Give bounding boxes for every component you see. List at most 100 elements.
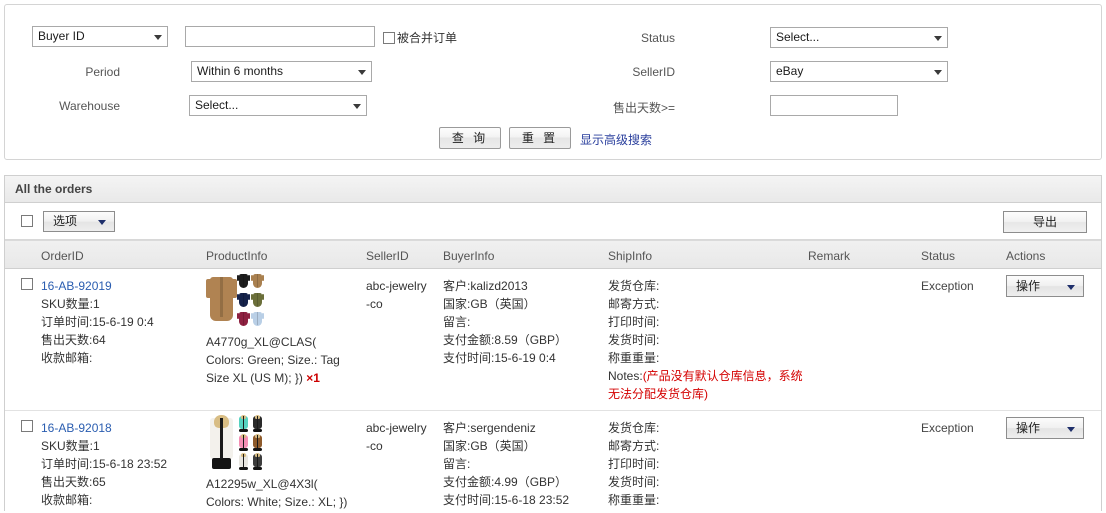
product-quantity: ×1: [306, 371, 320, 385]
column-header-status: Status: [921, 249, 956, 263]
chevron-down-icon: [1067, 427, 1075, 432]
buyer-name: 客户:kalizd2013: [443, 279, 528, 293]
row-action-label: 操作: [1016, 279, 1041, 293]
sku-count: SKU数量:1: [41, 297, 100, 311]
advanced-search-link[interactable]: 显示高级搜索: [580, 131, 652, 148]
product-thumbnail-variants: [237, 415, 264, 471]
buyer-name: 客户:sergendeniz: [443, 421, 536, 435]
payment-email: 收款邮箱:: [41, 351, 93, 365]
warehouse-label: Warehouse: [59, 99, 120, 113]
seller-id-selector-value: eBay: [770, 61, 948, 82]
order-id-link[interactable]: 16-AB-92019: [41, 279, 112, 293]
product-thumbnail-variants: [237, 273, 264, 329]
print-time: 打印时间:: [608, 315, 660, 329]
row-action-button[interactable]: 操作: [1006, 417, 1084, 439]
row-select-checkbox[interactable]: [21, 420, 33, 432]
select-all-checkbox[interactable]: [21, 215, 33, 227]
weigh-weight: 称重重量:: [608, 351, 660, 365]
orders-toolbar: 选项 导出: [5, 203, 1101, 240]
cell-status: Exception: [921, 279, 974, 293]
seller-id-line-2: -co: [366, 439, 383, 453]
cell-productinfo: A4770g_XL@CLAS( Colors: Green; Size.: Ta…: [206, 273, 356, 387]
ship-time: 发货时间:: [608, 475, 660, 489]
seller-id-line-2: -co: [366, 297, 383, 311]
order-id-link[interactable]: 16-AB-92018: [41, 421, 112, 435]
notes-label: Notes:: [608, 369, 643, 383]
product-thumbnail-main-image: [206, 415, 237, 471]
options-button-label: 选项: [53, 214, 78, 228]
buyer-country: 国家:GB（英国）: [443, 297, 536, 311]
seller-id-label: SellerID: [632, 65, 675, 79]
sku-count: SKU数量:1: [41, 439, 100, 453]
orders-panel-title: All the orders: [5, 176, 1101, 203]
table-row: 16-AB-92019 SKU数量:1 订单时间:15-6-19 0:4 售出天…: [5, 269, 1101, 411]
product-thumbnail-main-image: [206, 273, 237, 329]
column-header-shipinfo: ShipInfo: [608, 249, 653, 263]
product-thumbnail[interactable]: [206, 415, 264, 471]
warehouse-selector-value: Select...: [189, 95, 367, 116]
cell-productinfo: A12295w_XL@4X3l( Colors: White; Size.: X…: [206, 415, 356, 513]
table-row: 16-AB-92018 SKU数量:1 订单时间:15-6-18 23:52 售…: [5, 411, 1101, 512]
status-selector[interactable]: Select...: [770, 27, 948, 48]
ship-method: 邮寄方式:: [608, 297, 660, 311]
row-select-checkbox[interactable]: [21, 278, 33, 290]
order-management-page: Buyer ID 被合并订单 Status Select... Period W…: [0, 0, 1106, 513]
cell-status: Exception: [921, 421, 974, 435]
column-header-actions: Actions: [1006, 249, 1046, 263]
cell-sellerid: abc-jewelry -co: [366, 277, 427, 313]
search-keyword-input[interactable]: [185, 26, 375, 47]
status-selector-value: Select...: [770, 27, 948, 48]
order-time: 订单时间:15-6-19 0:4: [41, 315, 154, 329]
column-header-remark: Remark: [808, 249, 851, 263]
query-button[interactable]: 查 询: [439, 127, 501, 149]
options-button[interactable]: 选项: [43, 211, 115, 232]
checkbox-icon[interactable]: [383, 32, 395, 44]
ship-warehouse: 发货仓库:: [608, 421, 660, 435]
cell-buyerinfo: 客户:sergendeniz 国家:GB（英国） 留言: 支付金额:4.99（G…: [443, 419, 569, 509]
days-sold-label: 售出天数>=: [612, 101, 675, 115]
cell-sellerid: abc-jewelry -co: [366, 419, 427, 455]
cell-buyerinfo: 客户:kalizd2013 国家:GB（英国） 留言: 支付金额:8.59（GB…: [443, 277, 567, 367]
column-header-productinfo: ProductInfo: [206, 249, 268, 263]
reset-button[interactable]: 重 置: [509, 127, 571, 149]
period-label: Period: [85, 65, 120, 79]
buyer-message: 留言:: [443, 315, 471, 329]
chevron-down-icon: [1067, 285, 1075, 290]
product-description: A12295w_XL@4X3l( Colors: White; Size.: X…: [206, 477, 348, 509]
seller-id-selector[interactable]: eBay: [770, 61, 948, 82]
seller-id-line-1: abc-jewelry: [366, 421, 427, 435]
buyer-message: 留言:: [443, 457, 471, 471]
days-sold: 售出天数:64: [41, 333, 106, 347]
search-field-selector-value: Buyer ID: [32, 26, 168, 47]
cell-orderid: 16-AB-92018 SKU数量:1 订单时间:15-6-18 23:52 售…: [41, 419, 167, 509]
payment-time: 支付时间:15-6-19 0:4: [443, 351, 556, 365]
merged-orders-label: 被合并订单: [397, 31, 458, 45]
buyer-country: 国家:GB（英国）: [443, 439, 536, 453]
payment-amount: 支付金额:8.59（GBP）: [443, 333, 568, 347]
export-button[interactable]: 导出: [1003, 211, 1087, 233]
payment-email: 收款邮箱:: [41, 493, 93, 507]
days-sold: 售出天数:65: [41, 475, 106, 489]
status-label: Status: [640, 31, 675, 45]
orders-panel: All the orders 选项 导出 OrderID ProductInfo…: [4, 175, 1102, 512]
order-time: 订单时间:15-6-18 23:52: [41, 457, 168, 471]
row-action-label: 操作: [1016, 421, 1041, 435]
period-selector-value: Within 6 months: [191, 61, 372, 82]
seller-id-line-1: abc-jewelry: [366, 279, 427, 293]
merged-orders-checkbox[interactable]: 被合并订单: [383, 29, 457, 46]
product-thumbnail[interactable]: [206, 273, 264, 329]
search-field-selector[interactable]: Buyer ID: [32, 26, 168, 47]
cell-shipinfo: 发货仓库: 邮寄方式: 打印时间: 发货时间: 称重重量:: [608, 419, 803, 509]
column-header-buyerinfo: BuyerInfo: [443, 249, 495, 263]
period-selector[interactable]: Within 6 months: [191, 61, 372, 82]
days-sold-input[interactable]: [770, 95, 898, 116]
ship-warehouse: 发货仓库:: [608, 279, 660, 293]
weigh-weight: 称重重量:: [608, 493, 660, 507]
orders-column-header: OrderID ProductInfo SellerID BuyerInfo S…: [5, 240, 1101, 269]
warehouse-selector[interactable]: Select...: [189, 95, 367, 116]
column-header-sellerid: SellerID: [366, 249, 409, 263]
row-action-button[interactable]: 操作: [1006, 275, 1084, 297]
cell-shipinfo: 发货仓库: 邮寄方式: 打印时间: 发货时间: 称重重量: Notes:(产品没…: [608, 277, 803, 403]
cell-orderid: 16-AB-92019 SKU数量:1 订单时间:15-6-19 0:4 售出天…: [41, 277, 154, 367]
payment-time: 支付时间:15-6-18 23:52: [443, 493, 570, 507]
